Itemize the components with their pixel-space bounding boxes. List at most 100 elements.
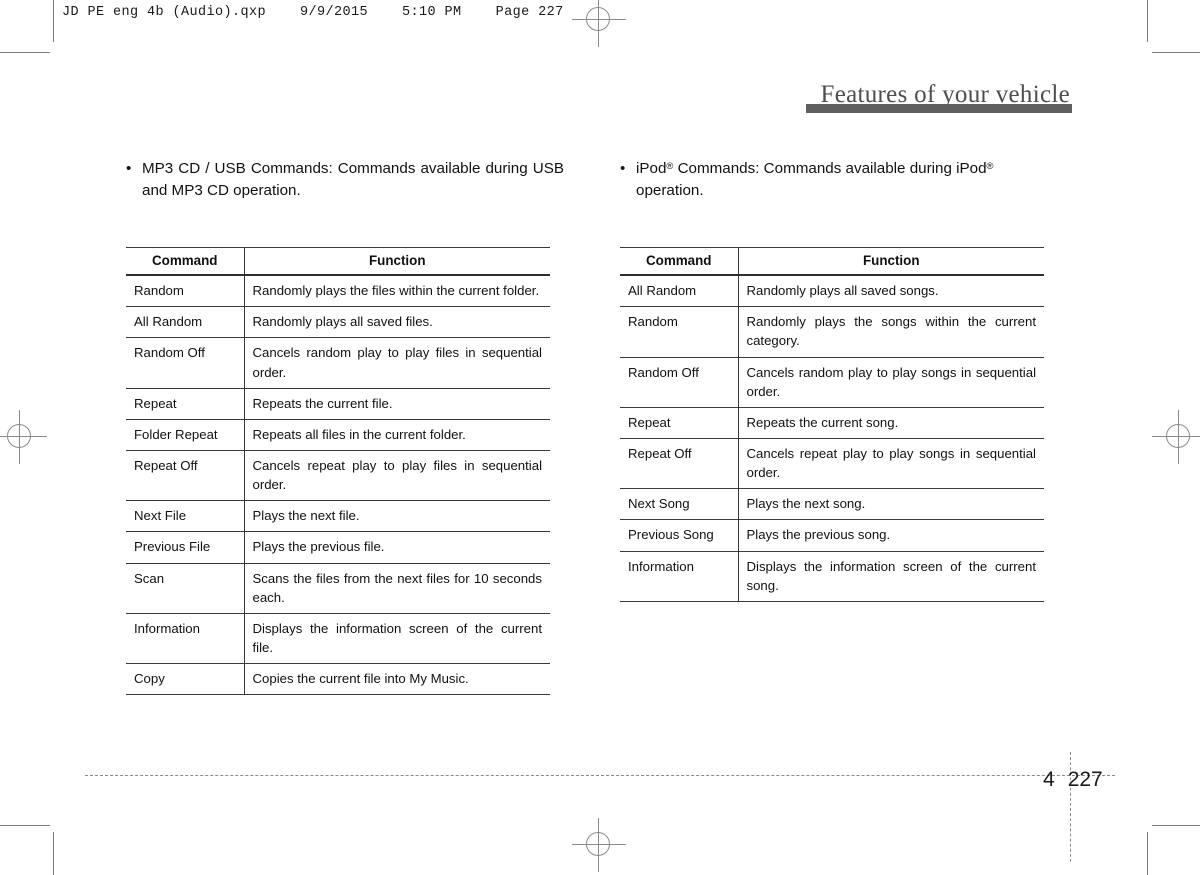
page-number: 227: [1067, 768, 1103, 791]
right-intro-text: iPod ® Commands: Commands available durin…: [636, 158, 1058, 201]
column-header-function: Function: [738, 247, 1044, 277]
crop-mark-top-left-vertical: [53, 0, 54, 42]
page-folio: 4 227: [1043, 768, 1103, 792]
mp3-usb-table-wrapper: Command Function Random Randomly plays th…: [126, 247, 564, 696]
cell-function: Displays the information screen of the c…: [244, 613, 550, 665]
cell-function: Plays the next file.: [244, 500, 550, 533]
cell-function: Repeats the current song.: [738, 407, 1044, 440]
left-intro-text: MP3 CD / USB Commands: Commands availabl…: [142, 160, 564, 199]
registration-mark-top: [572, 0, 626, 47]
cell-function: Cancels random play to play files in seq…: [244, 337, 550, 389]
cell-command: Repeat: [620, 407, 739, 440]
crop-mark-top-right-vertical: [1147, 0, 1148, 42]
table-row: Repeat Repeats the current song.: [620, 407, 1044, 440]
cell-command: Previous Song: [620, 519, 739, 552]
crop-mark-bottom-left-horizontal: [0, 825, 50, 826]
cell-function: Repeats the current file.: [244, 388, 550, 420]
cell-function: Displays the information screen of the c…: [738, 551, 1044, 602]
table-header-row: Command Function: [620, 247, 1044, 277]
print-file-stamp: JD PE eng 4b (Audio).qxp 9/9/2015 5:10 P…: [62, 5, 564, 20]
registration-crosshair-vertical: [598, 0, 599, 47]
right-column: • iPod ® Commands: Commands available dur…: [620, 158, 1058, 602]
cell-command: Random: [126, 275, 245, 308]
cell-function: Plays the previous file.: [244, 531, 550, 564]
table-row: Information Displays the information scre…: [126, 613, 550, 665]
table-row: Random Randomly plays the songs within th…: [620, 306, 1044, 358]
cell-command: Information: [126, 613, 245, 665]
ipod-commands-table: Command Function All Random Randomly play…: [620, 247, 1044, 602]
cell-function: Plays the next song.: [738, 488, 1044, 521]
table-row: Previous Song Plays the previous song.: [620, 519, 1044, 552]
column-header-function: Function: [244, 247, 550, 277]
cell-function: Randomly plays all saved files.: [244, 306, 550, 339]
table-row: Repeat Off Cancels repeat play to play fi…: [126, 450, 550, 502]
right-intro-bullet-row: • iPod ® Commands: Commands available dur…: [620, 158, 1058, 201]
registration-crosshair-horizontal: [0, 436, 47, 437]
cell-function: Plays the previous song.: [738, 519, 1044, 552]
registration-crosshair-vertical: [19, 410, 20, 464]
table-row: Scan Scans the files from the next files …: [126, 563, 550, 614]
crop-mark-bottom-right-horizontal: [1152, 825, 1200, 826]
cell-command: All Random: [126, 306, 245, 339]
cell-function: Cancels repeat play to play songs in seq…: [738, 438, 1044, 490]
cell-command: Next File: [126, 500, 245, 533]
left-column: • MP3 CD / USB Commands: Commands availa…: [126, 158, 564, 696]
crop-mark-top-left-horizontal: [0, 52, 50, 53]
bullet-icon: •: [620, 160, 626, 177]
cell-function: Repeats all files in the current folder.: [244, 419, 550, 452]
ipod-table-wrapper: Command Function All Random Randomly play…: [620, 247, 1058, 602]
cell-function: Copies the current file into My Music.: [244, 663, 550, 696]
registration-mark-left: [0, 410, 47, 464]
cell-function: Randomly plays all saved songs.: [738, 275, 1044, 308]
table-row: Next Song Plays the next song.: [620, 488, 1044, 521]
manual-page: JD PE eng 4b (Audio).qxp 9/9/2015 5:10 P…: [0, 0, 1200, 875]
bullet-icon: •: [126, 160, 132, 177]
cell-function: Randomly plays the files within the curr…: [244, 275, 550, 308]
chapter-number: 4: [1043, 768, 1055, 791]
cell-function: Scans the files from the next files for …: [244, 563, 550, 614]
cell-command: All Random: [620, 275, 739, 308]
right-intro-text-end: operation.: [636, 181, 704, 199]
cell-command: Repeat Off: [620, 438, 739, 490]
table-row: All Random Randomly plays all saved files…: [126, 306, 550, 339]
table-row: Previous File Plays the previous file.: [126, 531, 550, 564]
table-row: Random Off Cancels random play to play fi…: [126, 337, 550, 389]
column-header-command: Command: [620, 247, 739, 277]
cell-function: Cancels random play to play songs in seq…: [738, 357, 1044, 408]
cell-command: Repeat: [126, 388, 245, 420]
table-row: Random Randomly plays the files within th…: [126, 275, 550, 308]
registration-crosshair-horizontal: [572, 844, 626, 845]
table-header-row: Command Function: [126, 247, 550, 277]
cell-command: Copy: [126, 663, 245, 696]
table-row: Repeat Off Cancels repeat play to play so…: [620, 438, 1044, 490]
registration-mark-bottom: [572, 818, 626, 872]
registration-crosshair-vertical: [1178, 410, 1179, 464]
cell-command: Repeat Off: [126, 450, 245, 502]
registration-crosshair-vertical: [598, 818, 599, 872]
ipod-product-name: iPod: [636, 160, 667, 177]
registration-mark-right: [1152, 410, 1200, 464]
table-row: Repeat Repeats the current file.: [126, 388, 550, 420]
table-row: Information Displays the information scre…: [620, 551, 1044, 602]
crop-mark-bottom-left-vertical: [53, 832, 54, 875]
cell-command: Previous File: [126, 531, 245, 564]
right-intro-text-middle: Commands: Commands available during iPod: [673, 160, 987, 177]
cell-function: Cancels repeat play to play files in seq…: [244, 450, 550, 502]
cell-command: Next Song: [620, 488, 739, 521]
table-row: Copy Copies the current file into My Musi…: [126, 663, 550, 696]
registration-crosshair-horizontal: [572, 19, 626, 20]
left-intro-bullet-row: • MP3 CD / USB Commands: Commands availa…: [126, 158, 564, 201]
cell-command: Folder Repeat: [126, 419, 245, 452]
cell-command: Random Off: [126, 337, 245, 389]
table-row: Random Off Cancels random play to play so…: [620, 357, 1044, 408]
cell-command: Information: [620, 551, 739, 602]
fold-guide-horizontal: [85, 775, 1115, 776]
cell-command: Scan: [126, 563, 245, 614]
column-header-command: Command: [126, 247, 245, 277]
cell-function: Randomly plays the songs within the curr…: [738, 306, 1044, 358]
table-row: All Random Randomly plays all saved songs…: [620, 275, 1044, 308]
title-underline-bar: [806, 104, 1072, 113]
cell-command: Random: [620, 306, 739, 358]
crop-mark-bottom-right-vertical: [1147, 832, 1148, 875]
table-row: Folder Repeat Repeats all files in the cu…: [126, 419, 550, 452]
